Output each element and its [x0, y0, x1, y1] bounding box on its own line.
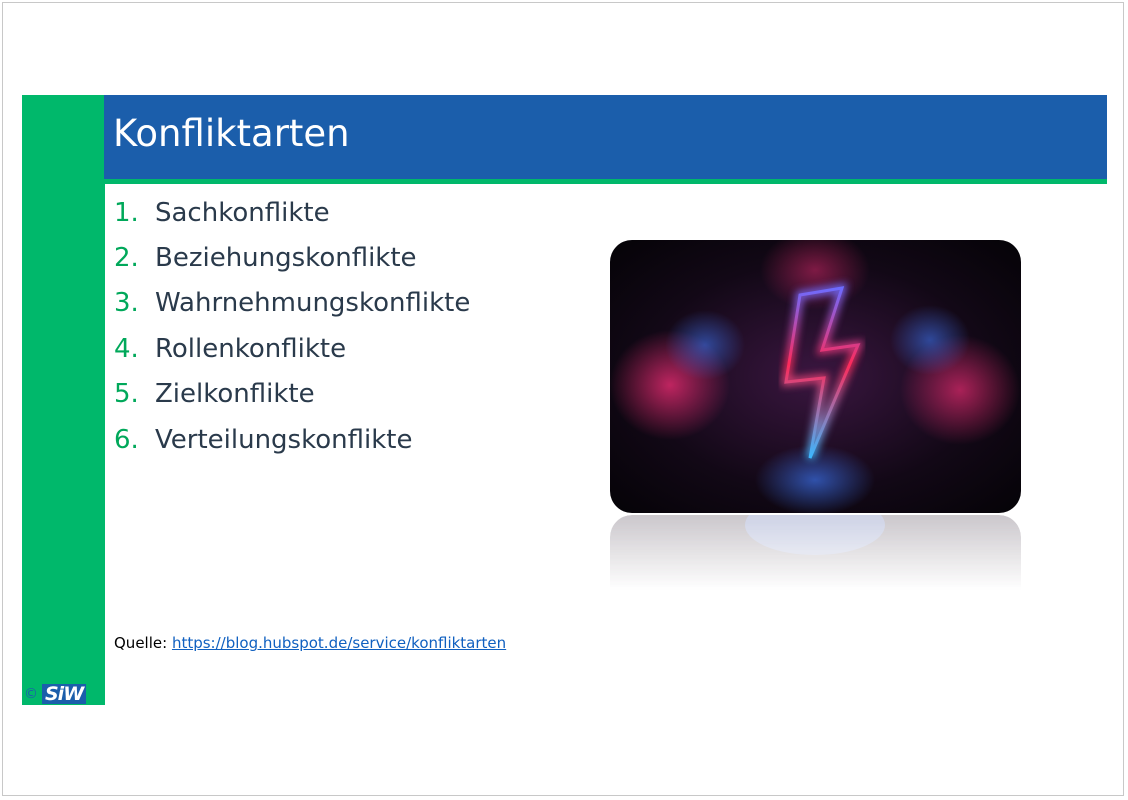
list-label: Sachkonflikte: [155, 197, 330, 228]
list-item: 1. Sachkonflikte: [114, 190, 470, 235]
list-item: 4. Rollenkonflikte: [114, 326, 470, 371]
conflict-types-list: 1. Sachkonflikte 2. Beziehungskonflikte 3.…: [114, 190, 470, 462]
source-label: Quelle:: [114, 634, 168, 652]
list-label: Wahrnehmungskonflikte: [155, 288, 471, 319]
copyright-symbol: ©: [24, 686, 38, 702]
lightning-image: [610, 240, 1021, 513]
lightning-image-reflection: [610, 515, 1021, 590]
list-label: Rollenkonflikte: [155, 333, 347, 364]
list-label: Beziehungskonflikte: [155, 243, 417, 274]
siw-logo: SiW: [42, 684, 87, 704]
list-label: Verteilungskonflikte: [155, 424, 413, 455]
list-item: 3. Wahrnehmungskonflikte: [114, 281, 470, 326]
list-number: 3.: [114, 288, 139, 319]
left-accent-bar: [22, 95, 105, 705]
title-underline: [104, 179, 1107, 184]
slide-title: Konfliktarten: [113, 112, 350, 155]
list-number: 1.: [114, 197, 139, 228]
list-item: 5. Zielkonflikte: [114, 372, 470, 417]
list-number: 5.: [114, 379, 139, 410]
list-number: 4.: [114, 333, 139, 364]
list-number: 2.: [114, 243, 139, 274]
list-item: 6. Verteilungskonflikte: [114, 417, 470, 462]
source-link[interactable]: https://blog.hubspot.de/service/konflikt…: [172, 634, 506, 652]
list-label: Zielkonflikte: [155, 379, 315, 410]
neon-lightning-bolt-icon: [610, 240, 1021, 513]
source-note: Quelle: https://blog.hubspot.de/service/…: [114, 634, 506, 652]
list-item: 2. Beziehungskonflikte: [114, 235, 470, 280]
list-number: 6.: [114, 424, 139, 455]
